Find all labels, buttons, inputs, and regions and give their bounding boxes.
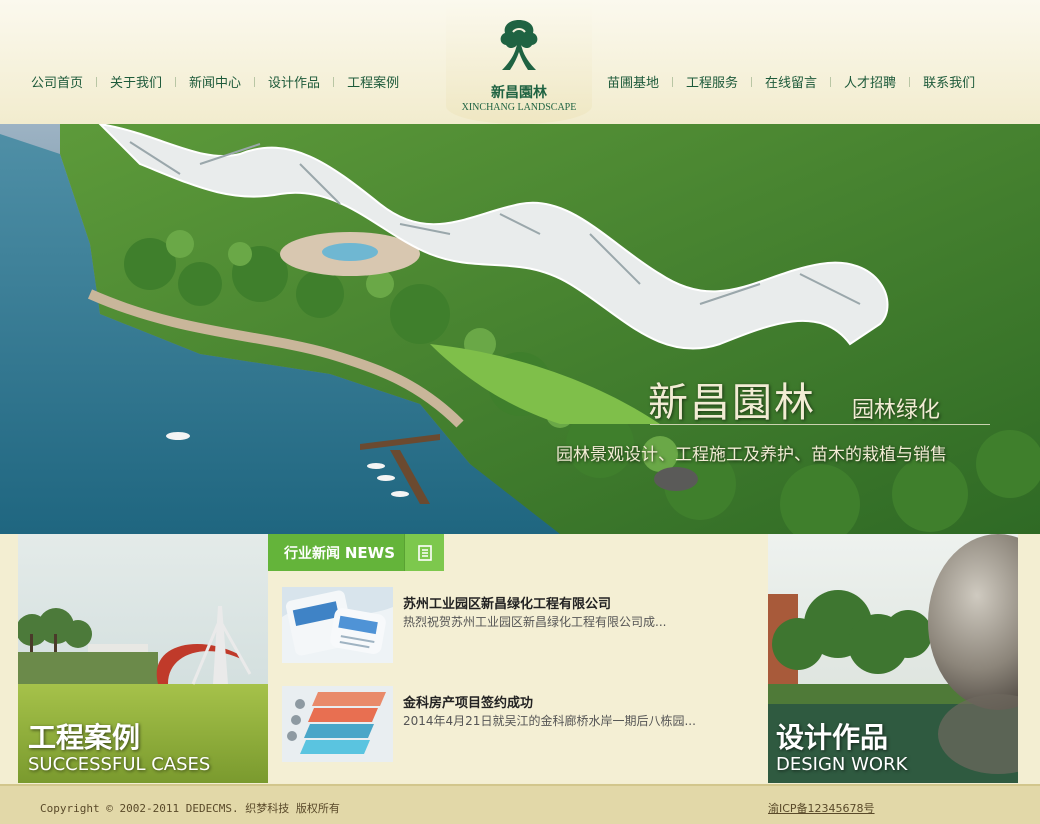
logo-english-name: XINCHANG LANDSCAPE xyxy=(461,102,577,113)
nav-contact[interactable]: 联系我们 xyxy=(910,72,988,91)
nav-about[interactable]: 关于我们 xyxy=(97,72,175,91)
main-nav-right: 苗圃基地 工程服务 在线留言 人才招聘 联系我们 xyxy=(594,72,988,91)
news-headline[interactable]: 苏州工业园区新昌绿化工程有限公司 xyxy=(403,593,611,612)
nav-news[interactable]: 新闻中心 xyxy=(176,72,254,91)
design-title-en: DESIGN WORK xyxy=(776,754,908,775)
news-headline[interactable]: 金科房产项目签约成功 xyxy=(403,692,533,711)
news-summary: 2014年4月21日就吴江的金科廊桥水岸一期后八栋园... xyxy=(403,714,696,728)
document-icon xyxy=(417,544,432,561)
logo-chinese-name: 新昌園林 xyxy=(491,85,547,101)
site-footer: Copyright © 2002-2011 DEDECMS. 织梦科技 版权所有… xyxy=(0,784,1040,824)
cases-title-cn: 工程案例 xyxy=(28,721,141,754)
design-work-panel[interactable]: 设计作品 DESIGN WORK xyxy=(768,534,1018,783)
news-title-cn: 行业新闻 xyxy=(284,545,340,562)
banner-title: 新昌園林 xyxy=(648,380,816,426)
icp-license-link[interactable]: 渝ICP备12345678号 xyxy=(768,800,875,816)
nav-message[interactable]: 在线留言 xyxy=(752,72,830,91)
news-panel: 行业新闻 NEWS 苏州工业园区新昌绿化工程有限公司 热烈祝贺苏州工业园区新昌绿… xyxy=(268,534,768,783)
news-item[interactable]: 苏州工业园区新昌绿化工程有限公司 热烈祝贺苏州工业园区新昌绿化工程有限公司成..… xyxy=(282,587,752,663)
banner-description: 园林景观设计、工程施工及养护、苗木的栽植与销售 xyxy=(556,445,947,465)
tree-icon xyxy=(500,20,538,70)
design-title-cn: 设计作品 xyxy=(776,721,889,754)
hero-banner: 新昌園林 园林绿化 园林景观设计、工程施工及养护、苗木的栽植与销售 xyxy=(0,124,1040,534)
copyright-text: Copyright © 2002-2011 DEDECMS. 织梦科技 版权所有 xyxy=(40,802,340,815)
nav-cases[interactable]: 工程案例 xyxy=(334,72,412,91)
content-area: 工程案例 SUCCESSFUL CASES 行业新闻 NEWS 苏州工业园区新昌… xyxy=(0,534,1040,784)
news-thumbnail-newspaper xyxy=(282,587,393,663)
news-more-button[interactable] xyxy=(404,534,444,571)
banner-illustration xyxy=(0,124,1040,534)
news-item[interactable]: 金科房产项目签约成功 2014年4月21日就吴江的金科廊桥水岸一期后八栋园... xyxy=(282,686,752,762)
news-thumbnail-infographic xyxy=(282,686,393,762)
cases-title-en: SUCCESSFUL CASES xyxy=(28,754,211,775)
site-logo[interactable]: 新昌園林 XINCHANG LANDSCAPE xyxy=(446,0,592,124)
nav-nursery[interactable]: 苗圃基地 xyxy=(594,72,672,91)
news-title: 行业新闻 NEWS xyxy=(268,543,404,563)
news-title-en: NEWS xyxy=(344,543,396,562)
banner-subtitle: 园林绿化 xyxy=(852,398,941,423)
nav-design[interactable]: 设计作品 xyxy=(255,72,333,91)
successful-cases-panel[interactable]: 工程案例 SUCCESSFUL CASES xyxy=(18,534,268,783)
nav-home[interactable]: 公司首页 xyxy=(18,72,96,91)
nav-jobs[interactable]: 人才招聘 xyxy=(831,72,909,91)
nav-service[interactable]: 工程服务 xyxy=(673,72,751,91)
news-summary: 热烈祝贺苏州工业园区新昌绿化工程有限公司成... xyxy=(403,615,667,629)
news-header: 行业新闻 NEWS xyxy=(268,534,444,571)
page: 公司首页 关于我们 新闻中心 设计作品 工程案例 苗圃基地 工程服务 在线留言 … xyxy=(0,0,1040,824)
banner-divider xyxy=(650,424,990,425)
main-nav-left: 公司首页 关于我们 新闻中心 设计作品 工程案例 xyxy=(18,72,412,91)
